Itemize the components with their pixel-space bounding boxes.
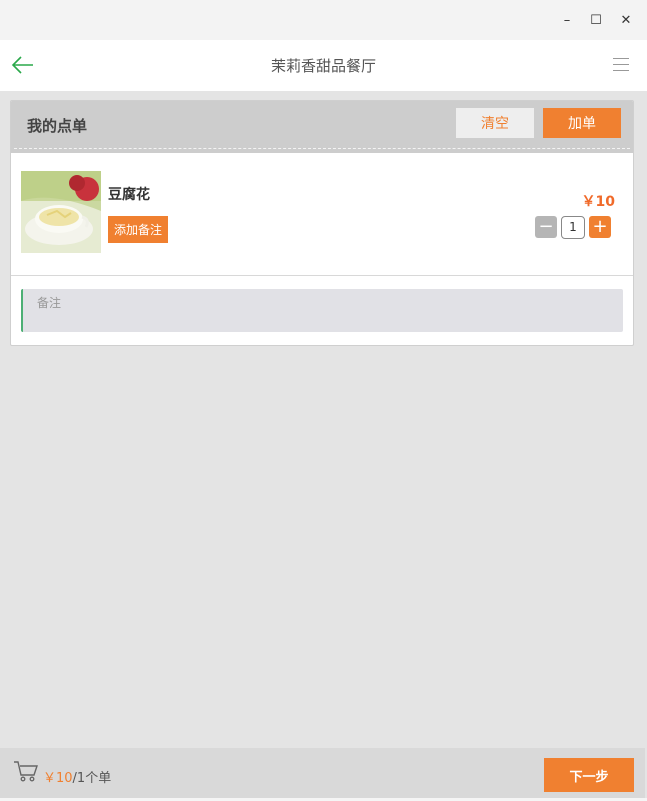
cart-icon[interactable] [13, 759, 39, 783]
quantity-value[interactable]: 1 [561, 215, 585, 239]
order-count: /1个单 [72, 771, 112, 786]
order-summary: ￥10/1个单 [43, 767, 111, 786]
order-title: 我的点单 [27, 117, 88, 135]
hamburger-menu-icon[interactable] [613, 58, 629, 72]
add-order-button[interactable]: 加单 [543, 108, 621, 138]
increase-quantity-button[interactable]: + [589, 216, 611, 238]
dashed-divider [14, 148, 630, 149]
app-header: 茉莉香甜品餐厅 [0, 40, 647, 91]
note-input[interactable]: 备注 [21, 289, 623, 332]
page-title: 茉莉香甜品餐厅 [270, 57, 376, 75]
add-note-button[interactable]: 添加备注 [108, 216, 168, 243]
item-photo [21, 171, 101, 253]
next-step-button[interactable]: 下一步 [544, 758, 634, 792]
order-panel-header: 我的点单 清空 加单 [11, 101, 633, 153]
footer-bar: ￥10/1个单 下一步 [0, 748, 645, 798]
note-section: 备注 [11, 276, 633, 345]
quantity-stepper: − 1 + [535, 215, 611, 239]
clear-button[interactable]: 清空 [456, 108, 534, 138]
order-item: 豆腐花 添加备注 ￥10 − 1 + [11, 153, 633, 276]
minimize-button[interactable]: – [557, 10, 577, 30]
item-name: 豆腐花 [108, 187, 150, 203]
maximize-button[interactable]: ☐ [586, 10, 606, 30]
note-placeholder: 备注 [37, 296, 62, 310]
total-price: ￥10 [43, 771, 73, 786]
window-titlebar: – ☐ ✕ [0, 0, 647, 40]
decrease-quantity-button[interactable]: − [535, 216, 557, 238]
item-price: ￥10 [581, 194, 615, 210]
close-button[interactable]: ✕ [616, 10, 636, 30]
order-panel: 我的点单 清空 加单 豆腐花 添加备注 ￥10 − 1 + 备注 [10, 100, 634, 346]
